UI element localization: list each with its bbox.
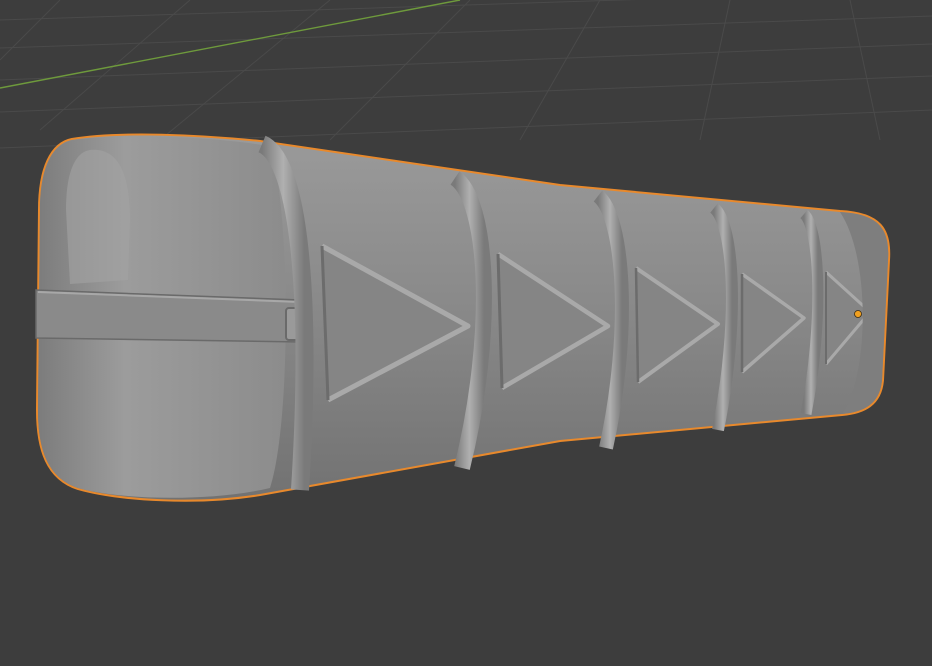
object-origin-dot[interactable]	[854, 310, 862, 318]
floor-grid	[0, 0, 932, 149]
3d-viewport[interactable]	[0, 0, 932, 666]
x-axis-line	[0, 0, 461, 89]
cap-highlight	[66, 149, 130, 284]
viewport-canvas[interactable]	[0, 0, 932, 666]
selected-mesh-object[interactable]	[35, 133, 891, 502]
